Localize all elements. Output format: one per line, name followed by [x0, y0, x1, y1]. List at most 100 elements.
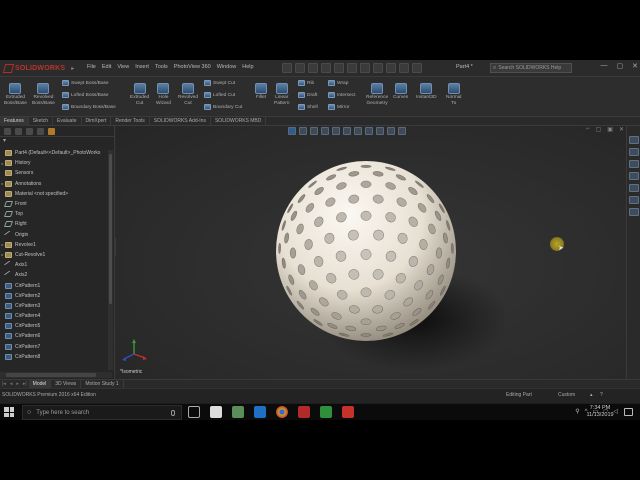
options-gear-icon[interactable] — [412, 63, 422, 73]
zoom-to-fit-icon[interactable] — [288, 127, 296, 135]
tree-item[interactable]: CirPattern4 — [0, 311, 110, 321]
tree-item[interactable]: CirPattern2 — [0, 291, 110, 301]
appearances-icon[interactable] — [629, 184, 639, 192]
view-settings-icon[interactable] — [398, 127, 406, 135]
extruded-cut-button[interactable]: Extruded Cut — [130, 83, 149, 107]
save-icon[interactable] — [321, 63, 331, 73]
viewport-maximize-icon[interactable]: ▣ — [607, 126, 613, 133]
home-icon[interactable] — [282, 63, 292, 73]
hide-show-items-icon[interactable] — [365, 127, 373, 135]
tab-render-tools[interactable]: Render Tools — [111, 117, 150, 126]
configuration-manager-tab-icon[interactable] — [26, 128, 33, 135]
tree-item[interactable]: CirPattern3 — [0, 301, 110, 311]
people-icon[interactable]: ⚲ — [575, 408, 579, 415]
swept-boss-button[interactable]: Swept Boss/Base — [62, 80, 109, 86]
section-view-icon[interactable] — [321, 127, 329, 135]
viewport-close-icon[interactable]: ✕ — [619, 126, 624, 133]
edit-appearance-icon[interactable] — [376, 127, 384, 135]
tree-item[interactable]: ▸ Annotations — [0, 179, 110, 189]
tab-addins[interactable]: SOLIDWORKS Add-Ins — [150, 117, 211, 126]
instant3d-button[interactable]: Instant3D — [416, 83, 437, 101]
boundary-boss-button[interactable]: Boundary Boss/Base — [62, 104, 116, 110]
tree-horizontal-scrollbar[interactable] — [0, 372, 112, 378]
tree-item[interactable]: Material <not specified> — [0, 189, 110, 199]
tree-item[interactable]: CirPattern8 — [0, 352, 110, 362]
mail-icon[interactable] — [210, 406, 222, 418]
tab-3d-views[interactable]: 3D Views — [51, 380, 82, 388]
revolved-cut-button[interactable]: Revolved Cut — [178, 83, 198, 107]
minimize-icon[interactable]: — — [601, 62, 608, 70]
reference-geometry-button[interactable]: Reference Geometry — [366, 83, 388, 107]
tree-hscroll-thumb[interactable] — [6, 373, 96, 377]
menu-window[interactable]: Window — [214, 64, 240, 70]
hole-wizard-button[interactable]: Hole Wizard — [156, 83, 171, 107]
menu-tools[interactable]: Tools — [152, 64, 171, 70]
feature-manager-tab-icon[interactable] — [4, 128, 11, 135]
help-search-input[interactable]: ⌕ Search SOLIDWORKS Help — [490, 63, 572, 73]
menu-insert[interactable]: Insert — [132, 64, 152, 70]
mirror-button[interactable]: Mirror — [328, 104, 350, 110]
last-tab-arrow-icon[interactable]: ▸| — [21, 381, 29, 387]
tab-sketch[interactable]: Sketch — [29, 117, 54, 126]
dimxpert-manager-tab-icon[interactable] — [37, 128, 44, 135]
swept-cut-button[interactable]: Swept Cut — [204, 80, 235, 86]
tree-item[interactable]: Right — [0, 219, 110, 229]
open-folder-icon[interactable] — [308, 63, 318, 73]
graphics-area[interactable]: ⌐ ▢ ▣ ✕ ➤ *Isometric — [116, 126, 626, 379]
tab-model[interactable]: Model — [28, 380, 52, 388]
view-palette-icon[interactable] — [629, 172, 639, 180]
tab-dimxpert[interactable]: DimXpert — [82, 117, 112, 126]
extruded-boss-button[interactable]: Extruded Boss/Base — [4, 83, 27, 107]
tree-item[interactable]: ▸ History — [0, 158, 110, 168]
status-expand-icon[interactable]: ▴ — [590, 392, 593, 398]
view-orientation-icon[interactable] — [343, 127, 351, 135]
tree-item[interactable]: CirPattern1 — [0, 280, 110, 290]
tree-item[interactable]: Axis1 — [0, 260, 110, 270]
edge-browser-icon[interactable] — [254, 406, 266, 418]
action-center-icon[interactable] — [624, 408, 633, 416]
design-library-icon[interactable] — [629, 148, 639, 156]
tree-item[interactable]: CirPattern6 — [0, 331, 110, 341]
normal-to-button[interactable]: Normal To — [446, 83, 461, 107]
chevron-right-icon[interactable]: ▸ — [71, 65, 74, 72]
apply-scene-icon[interactable] — [387, 127, 395, 135]
draft-button[interactable]: Draft — [298, 92, 317, 98]
lofted-boss-button[interactable]: Lofted Boss/Base — [62, 92, 109, 98]
intersect-button[interactable]: Intersect — [328, 92, 355, 98]
menu-file[interactable]: File — [84, 64, 99, 70]
tree-item[interactable]: ▸ Cut-Revolve1 — [0, 250, 110, 260]
solidworks-taskbar-icon[interactable] — [298, 406, 310, 418]
windows-start-icon[interactable] — [4, 407, 14, 417]
tab-evaluate[interactable]: Evaluate — [53, 117, 82, 126]
zoom-to-area-icon[interactable] — [299, 127, 307, 135]
taskbar-search-box[interactable]: ○ Type here to search — [22, 405, 182, 420]
rebuild-icon[interactable] — [386, 63, 396, 73]
tree-item[interactable]: Top — [0, 209, 110, 219]
filter-icon[interactable]: ▾ — [0, 137, 114, 146]
custom-properties-icon[interactable] — [629, 196, 639, 204]
taskbar-clock[interactable]: 7:34 PM 11/13/2019 — [582, 405, 618, 419]
new-document-icon[interactable] — [295, 63, 305, 73]
fillet-button[interactable]: Fillet — [255, 83, 267, 101]
maximize-icon[interactable]: ▢ — [617, 62, 624, 70]
tree-root[interactable]: Part4 (Default<<Default>_PhotoWorks — [0, 148, 110, 158]
menu-photoview[interactable]: PhotoView 360 — [171, 64, 214, 70]
tree-item[interactable]: CirPattern7 — [0, 342, 110, 352]
lofted-cut-button[interactable]: Lofted Cut — [204, 92, 235, 98]
boundary-cut-button[interactable]: Boundary Cut — [204, 104, 242, 110]
display-style-icon[interactable] — [354, 127, 362, 135]
viewport-minimize-icon[interactable]: ⌐ — [586, 126, 590, 133]
undo-icon[interactable] — [347, 63, 357, 73]
tree-item[interactable]: Origin — [0, 230, 110, 240]
tree-vertical-scrollbar[interactable] — [108, 150, 113, 370]
tree-item[interactable]: Axis2 — [0, 270, 110, 280]
dynamic-annotation-icon[interactable] — [332, 127, 340, 135]
microphone-icon[interactable] — [171, 410, 175, 416]
forum-icon[interactable] — [629, 208, 639, 216]
tree-item[interactable]: Sensors — [0, 168, 110, 178]
camtasia-icon[interactable] — [320, 406, 332, 418]
task-view-icon[interactable] — [188, 406, 200, 418]
chrome-browser-icon[interactable] — [276, 406, 288, 418]
first-tab-arrow-icon[interactable]: |◂ — [0, 381, 8, 387]
unit-system-selector[interactable]: Custom — [558, 392, 575, 398]
